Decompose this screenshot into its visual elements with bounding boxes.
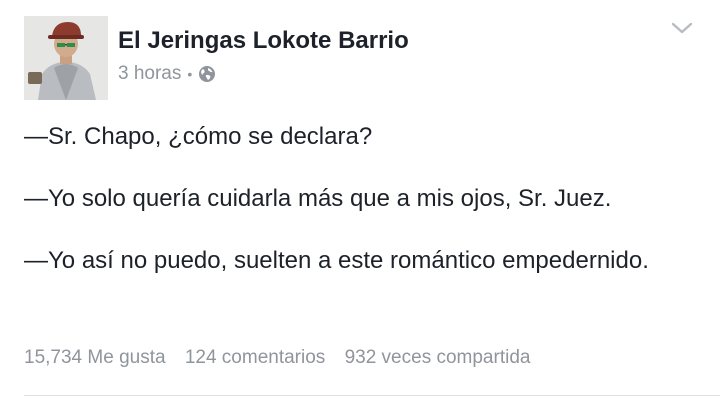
chevron-down-icon[interactable] [670, 20, 694, 36]
avatar[interactable] [24, 16, 108, 100]
post-paragraph: —Yo así no puedo, suelten a este románti… [24, 247, 649, 274]
post-meta: 3 horas • [118, 62, 216, 86]
divider [24, 395, 720, 396]
meta-separator: • [187, 66, 193, 82]
post-paragraph: —Sr. Chapo, ¿cómo se declara? [24, 123, 373, 150]
post-paragraph: —Yo solo quería cuidarla más que a mis o… [24, 185, 612, 212]
author-name[interactable]: El Jeringas Lokote Barrio [118, 27, 409, 55]
comments-count[interactable]: 124 comentarios [185, 347, 325, 368]
globe-icon[interactable] [198, 65, 216, 83]
post-body: —Sr. Chapo, ¿cómo se declara? —Yo solo q… [24, 122, 694, 276]
facebook-post: El Jeringas Lokote Barrio 3 horas • —Sr.… [0, 0, 720, 400]
likes-count[interactable]: 15,734 Me gusta [24, 347, 166, 368]
shares-count[interactable]: 932 veces compartida [345, 347, 531, 368]
post-time[interactable]: 3 horas [118, 63, 181, 85]
engagement-stats: 15,734 Me gusta 124 comentarios 932 vece… [24, 347, 530, 369]
avatar-image [24, 16, 108, 100]
